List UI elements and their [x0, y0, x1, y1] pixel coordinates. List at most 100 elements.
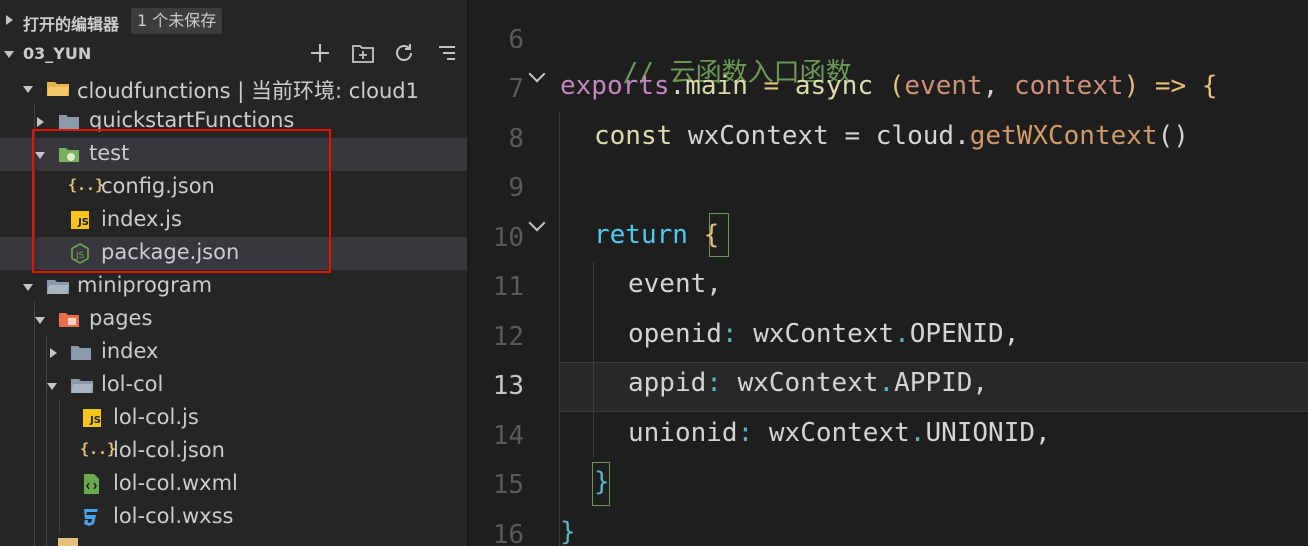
code-token: const — [594, 121, 673, 151]
code-token: = — [747, 71, 795, 101]
code-token: : — [737, 418, 769, 448]
indent-guide — [559, 113, 560, 546]
tree-row-pages[interactable]: pages — [0, 303, 467, 336]
css-icon — [84, 509, 98, 526]
code-token: . — [954, 121, 970, 151]
code-token: event — [904, 71, 983, 101]
code-token: main — [685, 71, 748, 101]
new-folder-icon[interactable] — [352, 43, 374, 63]
code-token: . — [894, 319, 910, 349]
tree-row-lol-col[interactable]: lol-col — [0, 369, 467, 402]
code-token: , — [706, 269, 722, 299]
code-token: , — [1003, 319, 1020, 349]
line-number: 16 — [492, 520, 524, 546]
explorer-sidebar: 打开的编辑器 1 个未保存 03_YUN cloudfunctions | 当前… — [0, 0, 467, 546]
expanded-chevron-icon — [23, 86, 33, 93]
code-token: context — [1014, 71, 1124, 101]
code-line: return { — [594, 220, 719, 250]
code-line-active: appid: wxContext.APPID, — [628, 368, 988, 398]
tree-row-lol-col-wxml[interactable]: lol-col.wxml — [0, 468, 467, 501]
tree-label: lol-col.js — [113, 405, 199, 429]
code-token: OPENID — [909, 319, 1004, 349]
new-file-icon[interactable] — [310, 43, 330, 63]
line-number: 10 — [492, 223, 524, 253]
code-line: } — [594, 467, 610, 497]
code-token: } — [594, 467, 610, 497]
line-number-active: 13 — [492, 371, 524, 401]
collapsed-chevron-icon[interactable] — [6, 15, 13, 25]
expanded-chevron-icon[interactable] — [4, 51, 14, 58]
tree-row-index[interactable]: index — [0, 336, 467, 369]
code-token: getWXContext — [969, 121, 1158, 151]
tree-label: pages — [89, 306, 153, 330]
refresh-icon[interactable] — [394, 43, 415, 64]
code-token: event — [628, 269, 707, 299]
fold-chevron-icon[interactable] — [528, 65, 546, 83]
tree-row-cloudfunctions[interactable]: cloudfunctions | 当前环境: cloud1 — [0, 72, 467, 105]
line-number: 11 — [492, 272, 524, 302]
code-token: exports — [560, 71, 670, 101]
json-icon: {..} — [80, 440, 117, 458]
tree-label: lol-col.wxss — [113, 504, 234, 528]
folder-icon — [58, 538, 78, 546]
line-number: 7 — [508, 74, 524, 104]
code-token: , — [1035, 418, 1051, 448]
code-token: . — [909, 418, 926, 448]
js-icon: JS — [83, 409, 101, 427]
code-editor[interactable]: 6 7 8 9 10 11 12 13 14 15 16 // 云函数入口函数 … — [469, 0, 1308, 546]
pages-folder-icon — [59, 313, 79, 327]
code-token: cloud — [875, 121, 955, 151]
expanded-chevron-icon — [47, 383, 57, 390]
code-token: UNIONID — [925, 418, 1036, 448]
code-token: openid — [628, 319, 722, 349]
code-token: () — [1157, 121, 1189, 151]
code-line: event, — [628, 269, 722, 299]
fold-chevron-icon[interactable] — [528, 214, 546, 232]
code-token: ) => { — [1123, 71, 1218, 101]
code-token: wxContext — [768, 418, 910, 448]
tree-row-lol-col-js[interactable]: JS lol-col.js — [0, 402, 467, 435]
folder-open-icon — [47, 280, 69, 294]
code-token: wxContext — [753, 319, 895, 349]
code-line: const wxContext = cloud.getWXContext() — [594, 121, 1189, 151]
code-token: appid — [628, 368, 707, 398]
tree-label: lol-col.json — [113, 438, 225, 462]
tree-label: lol-col — [101, 372, 164, 396]
line-number: 15 — [492, 470, 524, 500]
project-name[interactable]: 03_YUN — [23, 44, 91, 63]
folder-open-icon — [71, 379, 93, 393]
code-token: { — [687, 220, 720, 250]
code-token: , — [972, 368, 989, 398]
code-token: APPID — [894, 368, 973, 398]
code-line: exports.main = async (event, context) =>… — [560, 71, 1218, 101]
tree-row-lol-col-wxss[interactable]: lol-col.wxss — [0, 501, 467, 534]
code-token: return — [594, 220, 688, 250]
code-token: unionid — [628, 418, 738, 448]
code-line: unionid: wxContext.UNIONID, — [628, 418, 1051, 448]
tree-row-lol-col-json[interactable]: {..} lol-col.json — [0, 435, 467, 468]
tree-row-miniprogram[interactable]: miniprogram — [0, 270, 467, 303]
code-token: : — [706, 368, 738, 398]
expanded-chevron-icon — [23, 284, 33, 291]
collapse-all-icon[interactable] — [437, 43, 457, 63]
code-token: async — [794, 71, 874, 101]
code-line: openid: wxContext.OPENID, — [628, 319, 1019, 349]
collapsed-chevron-icon — [37, 117, 44, 127]
folder-icon — [59, 115, 79, 129]
code-token: . — [669, 71, 686, 101]
tree-label: lol-col.wxml — [113, 471, 238, 495]
line-number: 9 — [508, 173, 524, 203]
tree-label: cloudfunctions | 当前环境: cloud1 — [77, 79, 419, 103]
wxml-icon — [84, 474, 99, 494]
line-number: 8 — [508, 124, 524, 154]
code-token: . — [878, 368, 895, 398]
code-token: wxContext = — [672, 121, 876, 151]
expanded-chevron-icon — [35, 317, 45, 324]
code-token: wxContext — [737, 368, 879, 398]
indent-guide — [593, 262, 594, 458]
code-token: : — [721, 319, 754, 349]
line-number: 14 — [492, 421, 524, 451]
tree-label: miniprogram — [77, 273, 213, 297]
code-line: } — [560, 517, 576, 546]
open-editors-title[interactable]: 打开的编辑器 — [23, 11, 119, 35]
